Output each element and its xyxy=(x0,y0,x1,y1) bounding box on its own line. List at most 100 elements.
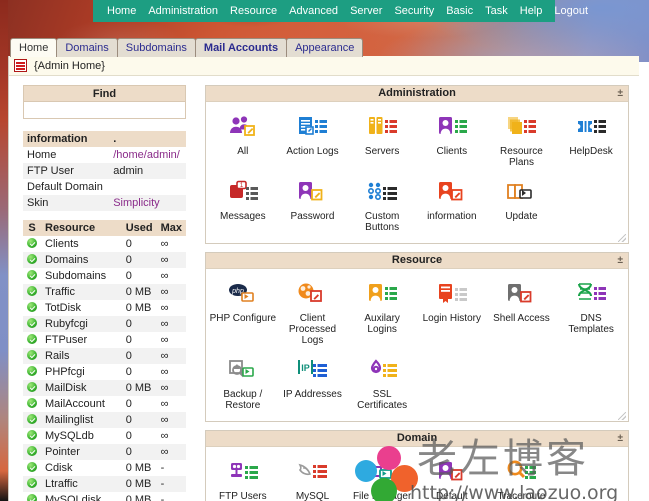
tab-subdomains[interactable]: Subdomains xyxy=(117,38,196,57)
app-tile-resource-plans[interactable]: Resource Plans xyxy=(487,109,557,174)
panel-collapse-toggle[interactable]: ± xyxy=(618,253,624,268)
nav-task[interactable]: Task xyxy=(479,0,514,22)
app-tile-label: All xyxy=(209,146,277,157)
user-key-icon xyxy=(279,178,347,208)
panel-grid: FTP Users MySQL Databases File Manager D… xyxy=(206,447,628,501)
information-value-link[interactable]: /home/admin/ xyxy=(113,149,180,161)
resource-name: PHPfcgi xyxy=(41,364,122,380)
resource-used: 0 MB xyxy=(122,300,157,316)
resource-name: Clients xyxy=(41,236,122,252)
resource-col-max: Max xyxy=(157,220,186,236)
app-tile-messages[interactable]: 1 Messages xyxy=(208,174,278,239)
app-tile-ip-addresses[interactable]: IP IP Addresses xyxy=(278,352,348,417)
resource-row: MySQLdisk0 MB- xyxy=(23,492,186,501)
tab-strip: HomeDomainsSubdomainsMail AccountsAppear… xyxy=(10,37,362,57)
resource-row: MailDisk0 MB∞ xyxy=(23,380,186,396)
app-tile-backup-restore[interactable]: Backup / Restore xyxy=(208,352,278,417)
tab-mail-accounts[interactable]: Mail Accounts xyxy=(195,38,287,57)
status-badge xyxy=(23,252,41,268)
resource-used: 0 xyxy=(122,364,157,380)
ftp-users-icon xyxy=(209,458,277,488)
nav-resource[interactable]: Resource xyxy=(224,0,283,22)
app-tile-helpdesk[interactable]: HelpDesk xyxy=(556,109,626,174)
information-row-value[interactable]: Simplicity xyxy=(109,195,186,211)
app-tile-shell-access[interactable]: Shell Access xyxy=(487,276,557,352)
resource-name: FTPuser xyxy=(41,332,122,348)
app-tile-custom-buttons[interactable]: Custom Buttons xyxy=(347,174,417,239)
information-col-0: information xyxy=(23,131,109,147)
status-badge xyxy=(23,332,41,348)
information-row-value[interactable]: /home/admin/ xyxy=(109,147,186,163)
app-tile-dns-templates[interactable]: DNS Templates xyxy=(556,276,626,352)
panel-collapse-toggle[interactable]: ± xyxy=(618,431,624,446)
resource-table: SResourceUsedMax Clients0∞Domains0∞Subdo… xyxy=(23,220,186,501)
resource-table-header: SResourceUsedMax xyxy=(23,220,186,236)
app-tile-file-manager[interactable]: File Manager xyxy=(347,454,417,501)
app-tile-php-configure[interactable]: php PHP Configure xyxy=(208,276,278,352)
tab-home[interactable]: Home xyxy=(10,38,57,57)
resource-used: 0 xyxy=(122,252,157,268)
app-tile-information[interactable]: information xyxy=(417,174,487,239)
resource-used: 0 xyxy=(122,444,157,460)
panel-resize-grip[interactable] xyxy=(618,412,626,420)
app-tile-clients[interactable]: Clients xyxy=(417,109,487,174)
resource-name: Mailinglist xyxy=(41,412,122,428)
resource-row: Cdisk0 MB- xyxy=(23,460,186,476)
app-tile-servers[interactable]: Servers xyxy=(347,109,417,174)
panel-header-resource: Resource± xyxy=(206,253,628,269)
app-tile-action-logs[interactable]: Action Logs xyxy=(278,109,348,174)
app-tile-login-history[interactable]: Login History xyxy=(417,276,487,352)
nav-administration[interactable]: Administration xyxy=(142,0,224,22)
app-tile-traceroute[interactable]: Traceroute xyxy=(487,454,557,501)
app-tile-all[interactable]: All xyxy=(208,109,278,174)
app-tile-label: FTP Users xyxy=(209,491,277,501)
information-row-label: FTP User xyxy=(23,163,109,179)
nav-logout[interactable]: Logout xyxy=(548,0,594,22)
resource-max: - xyxy=(157,476,186,492)
app-tile-label: Servers xyxy=(348,146,416,157)
nav-server[interactable]: Server xyxy=(344,0,388,22)
app-tile-label: HelpDesk xyxy=(557,146,625,157)
check-circle-icon xyxy=(27,446,37,456)
find-input[interactable] xyxy=(24,102,185,118)
panel-collapse-toggle[interactable]: ± xyxy=(618,86,624,101)
information-row-label: Home xyxy=(23,147,109,163)
app-tile-auxilary-logins[interactable]: Auxilary Logins xyxy=(347,276,417,352)
nav-help[interactable]: Help xyxy=(514,0,549,22)
find-input-wrap[interactable] xyxy=(23,102,186,119)
resource-name: MySQLdisk xyxy=(41,492,122,501)
check-circle-icon xyxy=(27,270,37,280)
information-row: Skin Simplicity xyxy=(23,195,186,211)
app-tile-ssl-certificates[interactable]: SSL Certificates xyxy=(347,352,417,417)
resource-used: 0 xyxy=(122,316,157,332)
resource-row: MailAccount0∞ xyxy=(23,396,186,412)
app-tile-label: Auxilary Logins xyxy=(348,313,416,335)
dna-icon xyxy=(557,280,625,310)
information-value-link[interactable]: Simplicity xyxy=(113,197,159,209)
nav-basic[interactable]: Basic xyxy=(440,0,479,22)
page-body: {Admin Home} Find information. Home/home… xyxy=(8,56,639,501)
user-edit-icon xyxy=(488,280,556,310)
tab-appearance[interactable]: Appearance xyxy=(286,38,363,57)
nav-security[interactable]: Security xyxy=(388,0,440,22)
resource-used: 0 xyxy=(122,428,157,444)
panel-administration: Administration± All Action Logs Servers … xyxy=(205,85,629,244)
app-tile-mysql-databases[interactable]: MySQL Databases xyxy=(278,454,348,501)
app-tile-client-processed-logs[interactable]: Client Processed Logs xyxy=(278,276,348,352)
status-badge xyxy=(23,396,41,412)
app-tile-default-domain[interactable]: Default Domain xyxy=(417,454,487,501)
panel-resize-grip[interactable] xyxy=(618,234,626,242)
resource-row: Clients0∞ xyxy=(23,236,186,252)
resource-max: ∞ xyxy=(157,396,186,412)
panel-grid: php PHP Configure Client Processed Logs … xyxy=(206,269,628,421)
nav-home[interactable]: Home xyxy=(101,0,142,22)
app-tile-update[interactable]: Update xyxy=(487,174,557,239)
app-tile-password[interactable]: Password xyxy=(278,174,348,239)
nav-advanced[interactable]: Advanced xyxy=(283,0,344,22)
information-row-label: Skin xyxy=(23,195,109,211)
dolphin-icon xyxy=(279,458,347,488)
app-tile-label: Custom Buttons xyxy=(348,211,416,233)
app-tile-ftp-users[interactable]: FTP Users xyxy=(208,454,278,501)
tab-domains[interactable]: Domains xyxy=(56,38,117,57)
panel-header-administration: Administration± xyxy=(206,86,628,102)
